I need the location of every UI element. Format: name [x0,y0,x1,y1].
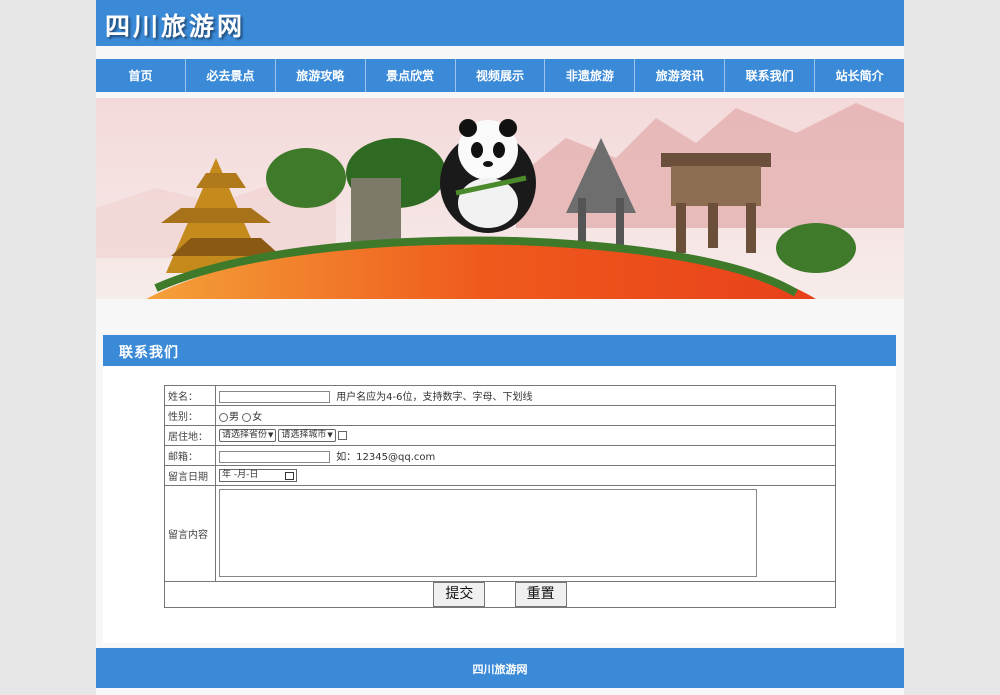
email-input[interactable] [219,451,330,463]
nav-item-guides[interactable]: 旅游攻略 [274,59,365,92]
site-footer: 四川旅游网 [96,648,904,688]
contact-form: 姓名： 用户名应为4-6位，支持数字、字母、下划线 性别： 男 女 居住地： 请… [164,385,836,608]
form-row-email: 邮箱： 如：12345@qq.com [164,445,836,466]
gender-male-radio[interactable] [219,412,228,422]
footer-text: 四川旅游网 [472,663,528,676]
date-input[interactable]: 年 -月-日 [219,469,297,482]
date-label: 留言日期 [164,465,216,486]
province-select[interactable]: 请选择省份▼ [219,429,277,442]
gender-male-label: 男 [229,412,239,423]
nav-item-videos[interactable]: 视频展示 [454,59,545,92]
submit-button[interactable]: 提交 [433,582,486,607]
page-container: 四川旅游网 首页 必去景点 旅游攻略 景点欣赏 视频展示 非遗旅游 旅游资讯 联… [96,0,904,695]
form-row-date: 留言日期 年 -月-日 [164,465,836,486]
calendar-icon [285,472,294,480]
residence-checkbox[interactable] [337,431,347,440]
banner-image [96,98,904,299]
section-header: 联系我们 [103,335,896,366]
message-label: 留言内容 [164,485,216,582]
form-row-name: 姓名： 用户名应为4-6位，支持数字、字母、下划线 [164,385,836,406]
nav-item-about[interactable]: 站长简介 [814,59,904,92]
form-row-gender: 性别： 男 女 [164,405,836,426]
name-label: 姓名： [164,385,216,406]
email-hint: 如：12345@qq.com [336,452,436,463]
form-row-residence: 居住地： 请选择省份▼ 请选择城市▼ [164,425,836,446]
name-hint: 用户名应为4-6位，支持数字、字母、下划线 [336,392,533,403]
nav-item-scenery[interactable]: 景点欣赏 [364,59,455,92]
city-select[interactable]: 请选择城市▼ [278,429,336,442]
sichuan-landmarks-illustration [96,98,904,299]
main-nav: 首页 必去景点 旅游攻略 景点欣赏 视频展示 非遗旅游 旅游资讯 联系我们 站长… [96,59,904,92]
residence-label: 居住地： [164,425,216,446]
contact-form-panel: 姓名： 用户名应为4-6位，支持数字、字母、下划线 性别： 男 女 居住地： 请… [103,366,896,643]
chevron-down-icon: ▼ [327,431,333,439]
site-header: 四川旅游网 [96,0,904,46]
email-label: 邮箱： [164,445,216,466]
form-row-message: 留言内容 [164,485,836,582]
nav-item-heritage[interactable]: 非遗旅游 [544,59,634,92]
gender-female-radio[interactable] [242,412,252,422]
nav-item-must-see[interactable]: 必去景点 [184,59,275,92]
chevron-down-icon: ▼ [268,431,274,439]
gender-female-label: 女 [252,412,263,423]
nav-item-news[interactable]: 旅游资讯 [634,59,724,92]
nav-item-contact[interactable]: 联系我们 [724,59,814,92]
nav-item-home[interactable]: 首页 [96,59,185,92]
message-textarea[interactable] [219,489,757,577]
site-title: 四川旅游网 [105,12,246,41]
city-select-value: 请选择城市 [281,430,327,440]
form-row-buttons: 提交 重置 [164,581,836,608]
section-title: 联系我们 [119,345,179,361]
province-select-value: 请选择省份 [222,430,268,440]
reset-button[interactable]: 重置 [514,582,567,607]
name-input[interactable] [219,391,330,403]
date-placeholder: 年 -月-日 [222,470,259,480]
gender-label: 性别： [164,405,216,426]
